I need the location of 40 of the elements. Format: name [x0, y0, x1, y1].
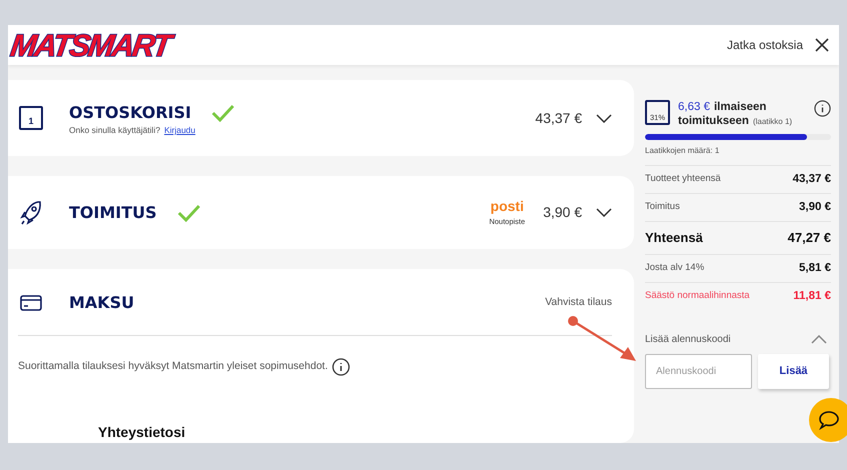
chevron-up-icon[interactable]	[811, 335, 827, 344]
carrier-logo: posti	[490, 198, 524, 213]
account-question: Onko sinulla käyttäjätili?	[69, 124, 160, 136]
summary-label: Tuotteet yhteensä	[645, 172, 721, 186]
free-shipping-text: ilmaiseen	[714, 100, 766, 114]
info-icon[interactable]	[332, 358, 350, 376]
confirm-order-step: Vahvista tilaus	[545, 295, 612, 311]
summary-label: Säästö normaalihinnasta	[645, 289, 750, 304]
free-shipping-text: toimitukseen	[678, 114, 749, 128]
section-title: MAKSU	[69, 292, 134, 314]
contact-heading: Yhteystietosi	[98, 423, 186, 442]
section-title: OSTOSKORISI	[69, 102, 192, 124]
login-link[interactable]: Kirjaudu	[164, 124, 196, 136]
discount-code-toggle[interactable]: Lisää alennuskoodi	[645, 332, 731, 347]
section-title: TOIMITUS	[69, 202, 157, 224]
discount-code-field[interactable]: Alennuskoodi	[645, 354, 752, 389]
info-icon[interactable]	[814, 100, 831, 117]
remaining-amount: 6,63 €	[678, 100, 710, 114]
rocket-icon	[20, 200, 42, 226]
chevron-down-icon[interactable]	[596, 208, 612, 218]
summary-value: 47,27 €	[788, 229, 831, 248]
summary-label: Josta alv 14%	[645, 261, 704, 276]
summary-value: 3,90 €	[799, 200, 831, 215]
box-note: (laatikko 1)	[752, 116, 792, 128]
summary-label: Toimitus	[645, 200, 680, 214]
summary-value: 11,81 €	[793, 288, 831, 304]
summary-label: Yhteensä	[645, 229, 703, 248]
close-icon[interactable]	[815, 38, 829, 52]
section-amount: 3,90 €	[543, 203, 582, 222]
terms-text: Suorittamalla tilauksesi hyväksyt Matsmartin yleiset sopimusehdot.	[18, 359, 328, 374]
chat-bubble-icon	[818, 410, 840, 430]
credit-card-icon	[20, 295, 42, 311]
continue-shopping-link[interactable]: Jatka ostoksia	[726, 36, 803, 54]
summary-value: 43,37 €	[792, 172, 831, 187]
add-discount-button[interactable]: Lisää	[758, 354, 829, 389]
summary-value: 5,81 €	[799, 260, 831, 276]
chevron-down-icon[interactable]	[596, 114, 612, 123]
box-count: 1	[28, 117, 34, 126]
box-count-text: Laatikkojen määrä: 1	[645, 145, 720, 157]
section-amount: 43,37 €	[535, 108, 582, 128]
